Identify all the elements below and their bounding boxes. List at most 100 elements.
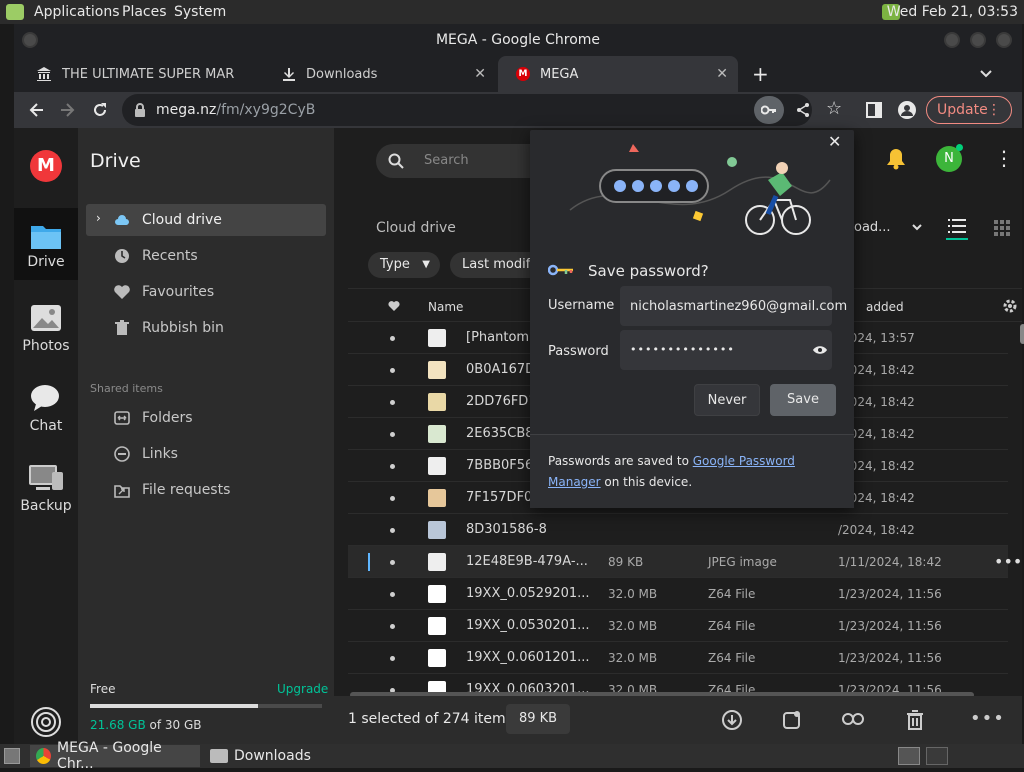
url-host: mega.nz	[156, 102, 217, 118]
sidebar-item-favourites[interactable]: Favourites	[86, 276, 326, 308]
upgrade-link[interactable]: Upgrade	[277, 682, 328, 696]
favourite-dot-icon[interactable]	[390, 624, 395, 629]
close-tab-icon[interactable]: ✕	[474, 66, 486, 82]
tab-mega[interactable]: M MEGA ✕	[498, 56, 738, 92]
download-icon[interactable]	[722, 710, 742, 730]
notifications-bell-icon[interactable]	[886, 148, 906, 170]
tab-downloads[interactable]: Downloads ✕	[264, 56, 496, 92]
workspace-1-icon[interactable]	[898, 747, 920, 765]
column-date-added[interactable]: added	[866, 300, 904, 314]
password-manager-link[interactable]: Google Password	[693, 454, 795, 468]
grid-view-icon[interactable]	[994, 220, 1010, 236]
maximize-button[interactable]	[970, 32, 986, 48]
sidebar-item-links[interactable]: Links	[86, 438, 326, 470]
file-thumbnail-icon	[428, 521, 446, 539]
file-name: 8D301586-8	[466, 522, 547, 537]
lock-icon[interactable]	[134, 103, 146, 117]
favourite-dot-icon[interactable]	[390, 368, 395, 373]
sidebar-item-file-requests[interactable]: File requests	[86, 474, 326, 506]
places-menu[interactable]: Places	[122, 4, 167, 20]
update-button[interactable]: Update ⋮	[926, 96, 1012, 124]
breadcrumb[interactable]: Cloud drive	[376, 220, 456, 236]
forward-icon[interactable]	[60, 102, 76, 118]
table-row[interactable]: 8D301586-8/2024, 18:42	[348, 514, 1008, 546]
delete-icon[interactable]	[906, 710, 924, 730]
upload-chevron-icon[interactable]	[912, 224, 922, 232]
chevron-right-icon[interactable]: ›	[96, 211, 101, 225]
favourite-dot-icon[interactable]	[390, 592, 395, 597]
back-icon[interactable]	[28, 102, 44, 118]
more-actions-icon[interactable]: •••	[970, 708, 1005, 729]
favourite-dot-icon[interactable]	[390, 656, 395, 661]
new-tab-icon[interactable]: +	[752, 62, 769, 86]
favourite-dot-icon[interactable]	[390, 464, 395, 469]
save-button[interactable]: Save	[770, 384, 836, 416]
show-password-eye-icon[interactable]	[812, 345, 828, 355]
rail-backup[interactable]: Backup	[14, 464, 78, 514]
type-filter[interactable]: Type ▼	[368, 252, 440, 278]
file-thumbnail-icon	[428, 393, 446, 411]
transfer-manager-icon[interactable]	[30, 706, 62, 738]
column-settings-gear-icon[interactable]	[1002, 298, 1018, 314]
password-field[interactable]: ••••••••••••••	[620, 330, 832, 370]
table-row[interactable]: 19XX_0.0601201... 32.0 MB Z64 File 1/23/202…	[348, 642, 1008, 674]
bookmark-star-icon[interactable]: ☆	[826, 98, 842, 119]
minimize-button[interactable]	[944, 32, 960, 48]
vertical-scrollbar[interactable]	[1020, 324, 1024, 344]
favourite-dot-icon[interactable]	[390, 432, 395, 437]
sidebar-item-folders[interactable]: Folders	[86, 402, 326, 434]
taskbar-downloads[interactable]: Downloads	[204, 745, 374, 767]
profile-icon[interactable]	[898, 101, 916, 119]
close-tab-icon[interactable]: ✕	[716, 66, 728, 82]
favourite-dot-icon[interactable]	[390, 336, 395, 341]
favourite-dot-icon[interactable]	[390, 528, 395, 533]
share-folder-icon[interactable]	[782, 710, 802, 730]
file-name: 19XX_0.0601201...	[466, 650, 590, 665]
password-manager-link-cont[interactable]: Manager	[548, 475, 601, 489]
sidebar-item-recents[interactable]: Recents	[86, 240, 326, 272]
distro-logo-icon[interactable]	[6, 4, 24, 20]
mega-logo-icon[interactable]: M	[30, 150, 62, 182]
side-panel-icon[interactable]	[866, 102, 882, 118]
never-button[interactable]: Never	[694, 384, 760, 416]
file-date: 1/23/2024, 11:56	[838, 651, 942, 665]
row-more-icon[interactable]: •••	[994, 552, 1022, 571]
file-thumbnail-icon	[428, 489, 446, 507]
workspace-2-icon[interactable]	[926, 747, 948, 765]
window-titlebar[interactable]: MEGA - Google Chrome	[14, 24, 1022, 56]
list-view-icon[interactable]	[948, 218, 966, 234]
get-link-icon[interactable]	[842, 712, 864, 726]
share-icon[interactable]	[796, 102, 810, 118]
table-row[interactable]: 12E48E9B-479A-... 89 KB JPEG image 1/11/202…	[348, 546, 1022, 578]
close-window-button[interactable]	[996, 32, 1012, 48]
mega-page: M Drive Photos Chat Backup Drive › Cloud…	[14, 128, 1024, 744]
address-bar[interactable]: mega.nz/fm/xy9g2CyB ☆	[122, 94, 842, 126]
tab-mario[interactable]: THE ULTIMATE SUPER MARIO	[18, 56, 262, 92]
table-row[interactable]: 19XX_0.0529201... 32.0 MB Z64 File 1/23/202…	[348, 578, 1008, 610]
column-name[interactable]: Name	[428, 300, 463, 314]
favourite-dot-icon[interactable]	[390, 496, 395, 501]
close-dialog-icon[interactable]: ✕	[828, 132, 841, 151]
favourite-column-heart-icon[interactable]	[388, 301, 400, 311]
upload-button[interactable]: oad...	[854, 220, 891, 235]
favourite-dot-icon[interactable]	[390, 400, 395, 405]
clock[interactable]: Wed Feb 21, 03:53	[887, 4, 1018, 20]
sidebar-item-cloud-drive[interactable]: › Cloud drive	[86, 204, 326, 236]
window-menu-button[interactable]	[22, 32, 38, 48]
file-thumbnail-icon	[428, 617, 446, 635]
rail-drive[interactable]: Drive	[14, 208, 78, 280]
favourite-dot-icon[interactable]	[390, 560, 395, 565]
rail-chat[interactable]: Chat	[14, 384, 78, 434]
tab-search-chevron-icon[interactable]	[980, 69, 992, 79]
rail-photos[interactable]: Photos	[14, 304, 78, 354]
taskbar-chrome[interactable]: MEGA - Google Chr...	[30, 740, 200, 772]
system-menu[interactable]: System	[174, 4, 226, 20]
applications-menu[interactable]: Applications	[34, 4, 120, 20]
reload-icon[interactable]	[92, 102, 108, 118]
table-row[interactable]: 19XX_0.0530201... 32.0 MB Z64 File 1/23/202…	[348, 610, 1008, 642]
username-field[interactable]: nicholasmartinez960@gmail.com	[620, 286, 847, 326]
password-key-icon[interactable]	[754, 96, 784, 124]
kebab-menu-icon[interactable]: ⋮	[994, 146, 1014, 170]
sidebar-item-rubbish-bin[interactable]: Rubbish bin	[86, 312, 326, 344]
show-desktop-icon[interactable]	[4, 748, 20, 764]
